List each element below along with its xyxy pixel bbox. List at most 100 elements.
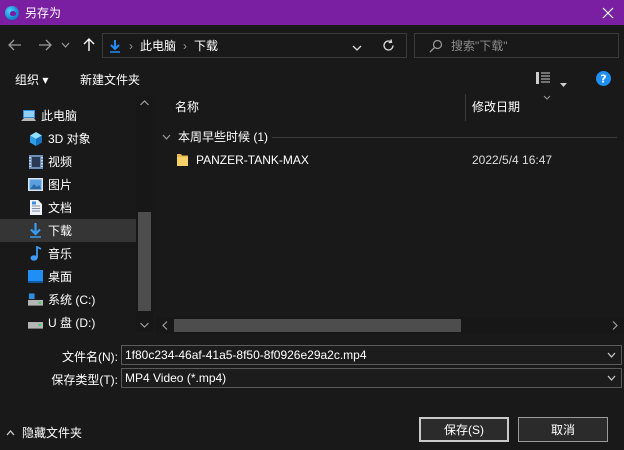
drive-icon [28, 315, 43, 330]
scroll-up-arrow-icon [140, 100, 149, 106]
column-header-date-modified[interactable]: 修改日期 [472, 94, 520, 119]
refresh-button[interactable] [382, 39, 395, 55]
toolbar: 组织 ▾ 新建文件夹 ? [0, 64, 624, 94]
computer-icon [21, 108, 36, 123]
file-list: 名称 修改日期 本周早些时候 (1) PANZER-TANK-MAX 2022/… [156, 94, 624, 316]
sidebar-item-label: 下载 [48, 224, 73, 238]
navigation-pane: 此电脑 3D 对象 视频 图片 文档 下载 音乐 桌面 系统 (C:) U 盘 … [0, 96, 153, 332]
up-button[interactable] [79, 35, 99, 55]
address-bar[interactable]: › 此电脑 › 下载 [102, 33, 407, 58]
breadcrumb-this-pc[interactable]: 此电脑 [140, 37, 176, 54]
filetype-label: 保存类型(T): [51, 373, 118, 387]
scroll-right-arrow-icon [612, 321, 618, 330]
chevron-down-icon [162, 134, 171, 140]
filename-value[interactable]: 1f80c234-46af-41a5-8f50-8f0926e29a2c.mp4 [125, 348, 367, 362]
sort-chevron-icon [543, 95, 551, 100]
cancel-button[interactable]: 取消 [518, 417, 608, 442]
sidebar-item-music[interactable]: 音乐 [0, 242, 136, 265]
file-date: 2022/5/4 16:47 [472, 153, 553, 167]
sidebar-item-label: 此电脑 [41, 109, 78, 123]
close-icon [602, 7, 614, 18]
sidebar-item-documents[interactable]: 文档 [0, 196, 136, 219]
group-header[interactable]: 本周早些时候 (1) [162, 128, 268, 145]
sidebar-item-label: 桌面 [48, 270, 73, 284]
download-icon [110, 39, 120, 53]
chevron-down-icon [607, 352, 615, 358]
sidebar-item-label: U 盘 (D:) [48, 316, 96, 330]
sidebar-item-label: 文档 [48, 201, 73, 215]
edge-app-icon [5, 5, 19, 20]
horizontal-scroll-thumb[interactable] [174, 319, 461, 332]
sidebar-item-label: 视频 [48, 155, 73, 169]
organize-button[interactable]: 组织 ▾ [15, 71, 48, 88]
search-box[interactable]: 搜索"下载" [414, 33, 619, 58]
column-header-name[interactable]: 名称 [175, 94, 199, 119]
filename-field[interactable]: 1f80c234-46af-41a5-8f50-8f0926e29a2c.mp4 [121, 345, 622, 365]
filename-label: 文件名(N): [62, 350, 118, 364]
hide-folders-label: 隐藏文件夹 [22, 426, 83, 440]
sidebar-item-this-pc[interactable]: 此电脑 [0, 104, 136, 127]
column-separator[interactable] [465, 94, 466, 121]
music-icon [28, 246, 43, 261]
arrow-up-icon [83, 38, 95, 51]
file-list-horizontal-scrollbar[interactable] [156, 317, 624, 334]
sidebar-scrollbar[interactable] [136, 96, 153, 332]
filetype-select[interactable]: MP4 Video (*.mp4) [121, 368, 622, 388]
sidebar-item-3d-objects[interactable]: 3D 对象 [0, 127, 136, 150]
scroll-down-arrow-icon [140, 322, 149, 328]
view-dropdown-button[interactable] [560, 76, 567, 90]
svg-text:?: ? [600, 73, 606, 86]
breadcrumb-separator: › [183, 38, 188, 53]
caret-down-icon [560, 83, 567, 87]
hide-folders-toggle[interactable]: 隐藏文件夹 [6, 424, 82, 441]
address-history-button[interactable] [352, 41, 362, 55]
drive-icon [28, 292, 43, 307]
details-view-icon [536, 72, 550, 84]
sidebar-item-label: 图片 [48, 178, 73, 192]
help-icon: ? [596, 71, 611, 86]
new-folder-button[interactable]: 新建文件夹 [80, 71, 140, 88]
sidebar-item-drive-c[interactable]: 系统 (C:) [0, 288, 136, 311]
sidebar-item-label: 系统 (C:) [48, 293, 96, 307]
sidebar-item-label: 3D 对象 [48, 132, 91, 146]
arrow-left-icon [8, 39, 21, 51]
sidebar-item-label: 音乐 [48, 247, 73, 261]
title-bar: 另存为 [0, 0, 624, 25]
file-name: PANZER-TANK-MAX [196, 153, 309, 167]
sidebar-item-videos[interactable]: 视频 [0, 150, 136, 173]
sidebar-item-downloads[interactable]: 下载 [0, 219, 136, 242]
breadcrumb-downloads[interactable]: 下载 [194, 37, 218, 54]
window-title: 另存为 [25, 6, 62, 20]
chevron-down-icon [352, 45, 362, 51]
breadcrumb-separator: › [129, 38, 133, 53]
sidebar-scroll-thumb[interactable] [138, 212, 151, 311]
sidebar-item-desktop[interactable]: 桌面 [0, 265, 136, 288]
view-options-button[interactable] [536, 72, 550, 87]
refresh-icon [383, 39, 394, 51]
filetype-dropdown-button[interactable] [605, 372, 617, 384]
desktop-icon [28, 269, 43, 284]
help-button[interactable]: ? [596, 71, 611, 89]
recent-locations-button[interactable] [58, 35, 72, 55]
close-button[interactable] [592, 0, 624, 25]
file-row[interactable]: PANZER-TANK-MAX 2022/5/4 16:47 [156, 148, 624, 170]
search-input[interactable]: 搜索"下载" [451, 37, 508, 54]
save-button[interactable]: 保存(S) [419, 417, 509, 442]
sidebar-item-pictures[interactable]: 图片 [0, 173, 136, 196]
chevron-down-icon [61, 42, 69, 48]
back-button[interactable] [5, 35, 25, 55]
picture-icon [28, 177, 43, 192]
chevron-down-icon [607, 375, 615, 381]
forward-button[interactable] [35, 35, 55, 55]
document-icon [28, 200, 43, 215]
filename-dropdown-button[interactable] [605, 349, 617, 361]
search-icon [429, 39, 443, 52]
navigation-bar: › 此电脑 › 下载 搜索"下载" [0, 30, 624, 60]
filetype-value: MP4 Video (*.mp4) [125, 371, 227, 385]
scroll-left-arrow-icon [162, 321, 168, 330]
arrow-right-icon [39, 39, 52, 51]
download-icon [28, 223, 43, 238]
group-divider [272, 137, 617, 138]
sidebar-item-drive-d[interactable]: U 盘 (D:) [0, 311, 136, 332]
chevron-up-icon [6, 429, 15, 435]
